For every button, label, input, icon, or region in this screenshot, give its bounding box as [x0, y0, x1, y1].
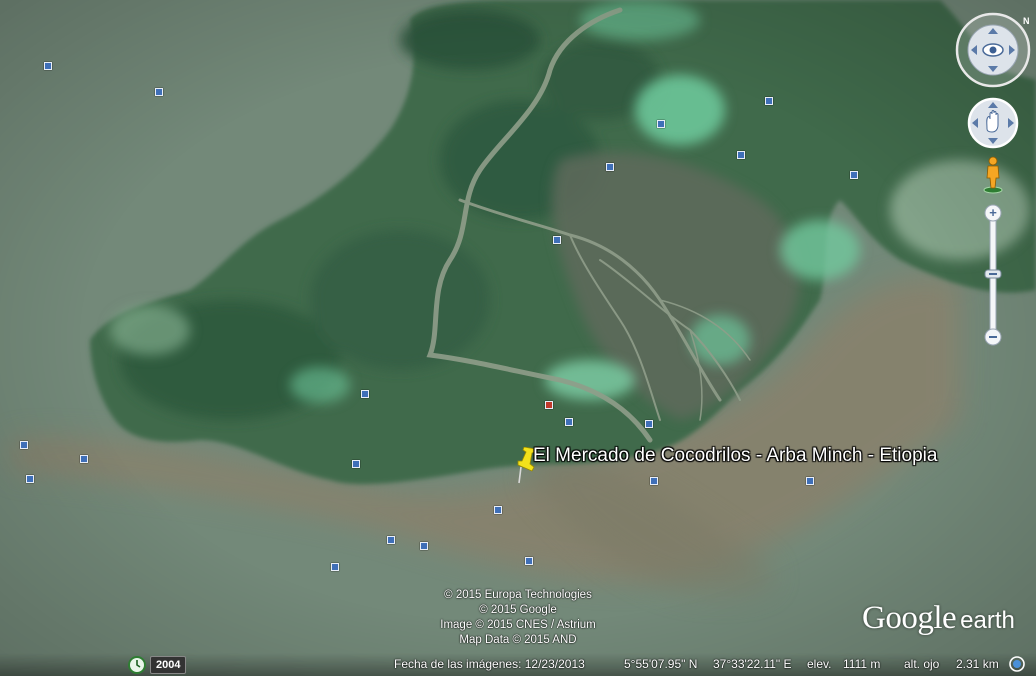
pegman-icon[interactable]	[982, 156, 1004, 194]
photo-marker[interactable]	[606, 163, 614, 171]
photo-marker[interactable]	[44, 62, 52, 70]
google-earth-logo: Google earth	[862, 600, 1015, 637]
svg-text:N: N	[1023, 16, 1030, 26]
attribution-line: © 2015 Google	[479, 604, 557, 616]
photo-marker[interactable]	[645, 420, 653, 428]
attribution-line: © 2015 Europa Technologies	[444, 589, 592, 601]
photo-marker[interactable]	[765, 97, 773, 105]
photo-marker[interactable]	[737, 151, 745, 159]
photo-marker[interactable]	[806, 477, 814, 485]
streaming-progress-icon	[1009, 656, 1025, 672]
photo-marker[interactable]	[387, 536, 395, 544]
latitude-readout: 5°55'07.95" N	[624, 657, 698, 671]
photo-marker[interactable]	[545, 401, 553, 409]
longitude-readout: 37°33'22.11" E	[713, 657, 792, 671]
historical-imagery-clock-icon[interactable]	[127, 655, 147, 675]
photo-marker[interactable]	[420, 542, 428, 550]
photo-marker[interactable]	[850, 171, 858, 179]
status-bar: 2004 Fecha de las imágenes: 12/23/2013 5…	[0, 653, 1036, 676]
photo-marker[interactable]	[20, 441, 28, 449]
attribution-line: Map Data © 2015 AND	[459, 634, 577, 646]
placemark-label[interactable]: El Mercado de Cocodrilos - Arba Minch - …	[533, 445, 937, 467]
photo-marker[interactable]	[80, 455, 88, 463]
photo-marker[interactable]	[657, 120, 665, 128]
historical-year-badge[interactable]: 2004	[150, 656, 187, 674]
svg-text:+: +	[989, 205, 997, 220]
photo-marker[interactable]	[565, 418, 573, 426]
attribution-line: Image © 2015 CNES / Astrium	[440, 619, 596, 631]
photo-marker[interactable]	[494, 506, 502, 514]
elevation-value: 1111 m	[843, 657, 881, 671]
logo-google-text: Google	[862, 600, 957, 636]
eye-altitude-value: 2.31 km	[956, 657, 999, 671]
satellite-map[interactable]	[0, 0, 1036, 676]
elevation-label: elev.	[807, 657, 832, 671]
photo-marker[interactable]	[331, 563, 339, 571]
imagery-date: Fecha de las imágenes: 12/23/2013	[394, 657, 585, 671]
move-joystick-icon[interactable]	[967, 97, 1019, 149]
photo-marker[interactable]	[525, 557, 533, 565]
logo-earth-text: earth	[960, 607, 1015, 634]
photo-marker[interactable]	[361, 390, 369, 398]
photo-marker[interactable]	[26, 475, 34, 483]
look-joystick-icon[interactable]: N	[955, 12, 1031, 88]
photo-marker[interactable]	[352, 460, 360, 468]
photo-marker[interactable]	[155, 88, 163, 96]
zoom-slider[interactable]: +	[983, 202, 1003, 348]
imagery-attribution: © 2015 Europa Technologies © 2015 Google…	[418, 588, 618, 648]
photo-marker[interactable]	[650, 477, 658, 485]
eye-altitude-label: alt. ojo	[904, 657, 940, 671]
photo-marker[interactable]	[553, 236, 561, 244]
